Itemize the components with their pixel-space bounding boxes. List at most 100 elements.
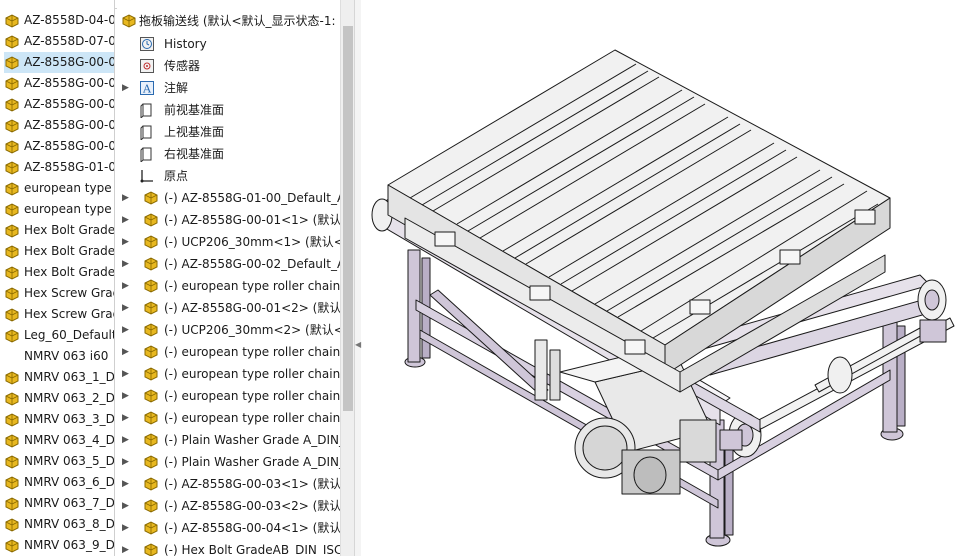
component-list-item[interactable]: Hex Screw Grad xyxy=(4,304,114,325)
expand-arrow-icon[interactable]: ▶ xyxy=(122,495,130,517)
component-list-item[interactable]: Hex Bolt Grade xyxy=(4,241,115,262)
tree-item[interactable]: ▶ (-) UCP206_30mm<2> (默认<< xyxy=(117,319,340,341)
origin-icon xyxy=(140,170,153,183)
expand-arrow-icon[interactable]: ▶ xyxy=(122,297,130,319)
assembly-icon xyxy=(144,235,158,249)
component-list-item-label: AZ-8558G-00-0 xyxy=(24,139,115,153)
component-list-item[interactable]: NMRV 063_5_D xyxy=(4,451,114,472)
tree-item[interactable]: ▶ (-) AZ-8558G-00-01<1> (默认< xyxy=(117,209,340,231)
tree-item[interactable]: ▶ (-) AZ-8558G-00-03<2> (默认< xyxy=(117,495,340,517)
component-list-item[interactable]: european type xyxy=(4,178,114,199)
expand-arrow-icon[interactable]: ▶ xyxy=(122,77,130,99)
conveyor-model xyxy=(371,49,955,547)
tree-item[interactable]: ▶ (-) AZ-8558G-00-02_Default_As xyxy=(117,253,340,275)
expand-arrow-icon[interactable]: ▶ xyxy=(122,275,130,297)
assembly-icon xyxy=(5,287,19,301)
expand-arrow-icon[interactable]: ▶ xyxy=(122,429,130,451)
tree-item[interactable]: ▶ (-) AZ-8558G-01-00_Default_As xyxy=(117,187,340,209)
svg-text:A: A xyxy=(142,83,152,96)
assembly-icon xyxy=(5,14,19,28)
tree-item[interactable]: ▶ (-) Hex Bolt GradeAB_DIN_ISC xyxy=(117,539,340,556)
tree-item[interactable]: 传感器 xyxy=(117,55,340,77)
component-list-item-label: NMRV 063_6_D xyxy=(24,475,115,489)
expand-arrow-icon[interactable]: ▶ xyxy=(122,517,130,539)
tree-item[interactable]: 右视基准面 xyxy=(117,143,340,165)
tree-item-label: (-) AZ-8558G-00-03<2> (默认< xyxy=(164,499,340,513)
expand-arrow-icon[interactable]: ▶ xyxy=(122,341,130,363)
assembly-icon xyxy=(144,323,158,337)
component-list-item[interactable]: AZ-8558D-04-0 xyxy=(4,10,115,31)
component-list-item[interactable]: NMRV 063_8_D xyxy=(4,514,114,535)
component-list-item[interactable]: NMRV 063_3_D xyxy=(4,409,114,430)
component-list-item[interactable]: Leg_60_Default_ xyxy=(4,325,114,346)
component-list-item[interactable]: AZ-8558G-00-0 xyxy=(4,73,114,94)
tree-item[interactable]: ▶ (-) AZ-8558G-00-01<2> (默认< xyxy=(117,297,340,319)
assembly-icon xyxy=(5,224,19,238)
tree-item[interactable]: 前视基准面 xyxy=(117,99,340,121)
component-list-item[interactable]: NMRV 063_2_D xyxy=(4,388,115,409)
tree-item[interactable]: ▶ (-) european type roller chain xyxy=(117,275,340,297)
component-list-item[interactable]: NMRV 063_9_D xyxy=(4,535,114,556)
expand-arrow-icon[interactable]: ▶ xyxy=(122,451,130,473)
tree-item[interactable]: ▶ (-) european type roller chain xyxy=(117,341,340,363)
scrollbar-thumb[interactable] xyxy=(343,26,353,411)
tree-item[interactable]: ▶ A 注解 xyxy=(117,77,340,99)
component-list-item[interactable]: Hex Bolt Grade xyxy=(4,220,114,241)
expand-arrow-icon[interactable]: ▶ xyxy=(122,231,130,253)
component-list-item[interactable]: NMRV 063 i60 xyxy=(4,346,114,367)
component-list-item[interactable]: NMRV 063_4_D xyxy=(4,430,114,451)
component-list-item[interactable]: AZ-8558G-00-0 xyxy=(4,52,114,73)
expand-arrow-icon[interactable]: ▶ xyxy=(122,539,130,556)
component-list-item[interactable]: NMRV 063_1_D xyxy=(4,367,114,388)
component-list-item[interactable]: AZ-8558G-00-0 xyxy=(4,136,115,157)
tree-item[interactable]: ▶ (-) european type roller chain xyxy=(117,363,340,385)
plane-icon xyxy=(140,103,152,118)
component-list-item[interactable]: AZ-8558G-00-0 xyxy=(4,115,114,136)
component-list-item[interactable]: AZ-8558G-00-0 xyxy=(4,94,114,115)
component-list-item[interactable]: NMRV 063_7_D xyxy=(4,493,114,514)
component-list-item[interactable]: european type xyxy=(4,199,114,220)
tree-item[interactable]: ▶ (-) AZ-8558G-00-03<1> (默认< xyxy=(117,473,340,495)
component-list-item[interactable]: NMRV 063_6_D xyxy=(4,472,115,493)
tree-item-label: (-) european type roller chain xyxy=(164,389,340,403)
component-list-item-label: AZ-8558D-04-0 xyxy=(24,13,115,27)
assembly-icon xyxy=(144,213,158,227)
tree-item[interactable]: 原点 xyxy=(117,165,340,187)
component-list-item-label: NMRV 063_2_D xyxy=(24,391,115,405)
assembly-icon xyxy=(5,98,19,112)
plane-icon xyxy=(140,125,152,140)
tree-item[interactable]: ▶ (-) european type roller chain xyxy=(117,407,340,429)
expand-arrow-icon[interactable]: ▶ xyxy=(122,407,130,429)
tree-item[interactable]: ▶ (-) Plain Washer Grade A_DIN_ xyxy=(117,429,340,451)
tree-item-label: (-) european type roller chain xyxy=(164,345,340,359)
assembly-icon xyxy=(144,279,158,293)
tree-item[interactable]: History xyxy=(117,33,340,55)
tree-item[interactable]: 上视基准面 xyxy=(117,121,340,143)
expand-arrow-icon[interactable]: ▶ xyxy=(122,187,130,209)
assembly-icon xyxy=(5,497,19,511)
tree-item[interactable]: ▶ (-) european type roller chain xyxy=(117,385,340,407)
expand-arrow-icon[interactable]: ▶ xyxy=(122,363,130,385)
component-list-item[interactable]: Hex Screw Grad xyxy=(4,283,114,304)
graphics-viewport[interactable] xyxy=(360,0,976,556)
tree-item[interactable]: ▶ (-) Plain Washer Grade A_DIN_ xyxy=(117,451,340,473)
expand-arrow-icon[interactable]: ▶ xyxy=(122,209,130,231)
component-list-item[interactable]: AZ-8558G-01-0 xyxy=(4,157,114,178)
expand-arrow-icon[interactable]: ▶ xyxy=(122,385,130,407)
tree-item-label: 前视基准面 xyxy=(164,103,225,117)
component-list-item[interactable]: AZ-8558D-07-0 xyxy=(4,31,114,52)
component-list-item-label: Hex Bolt Grade xyxy=(24,244,115,258)
tree-scrollbar[interactable] xyxy=(340,0,355,556)
tree-item[interactable]: ▶ (-) UCP206_30mm<1> (默认<< xyxy=(117,231,340,253)
assembly-icon xyxy=(144,191,158,205)
expand-arrow-icon[interactable]: ▶ xyxy=(122,253,130,275)
expand-arrow-icon[interactable]: ▶ xyxy=(122,319,130,341)
component-list-item-label: european type xyxy=(24,202,112,216)
tree-item[interactable]: ▶ (-) AZ-8558G-00-04<1> (默认< xyxy=(117,517,340,539)
assembly-icon xyxy=(144,345,158,359)
tree-item-label: (-) AZ-8558G-00-01<2> (默认< xyxy=(164,301,340,315)
tree-item-label: 上视基准面 xyxy=(164,125,225,139)
component-list-item[interactable]: Hex Bolt Grade xyxy=(4,262,114,283)
assembly-icon xyxy=(5,77,19,91)
expand-arrow-icon[interactable]: ▶ xyxy=(122,473,130,495)
